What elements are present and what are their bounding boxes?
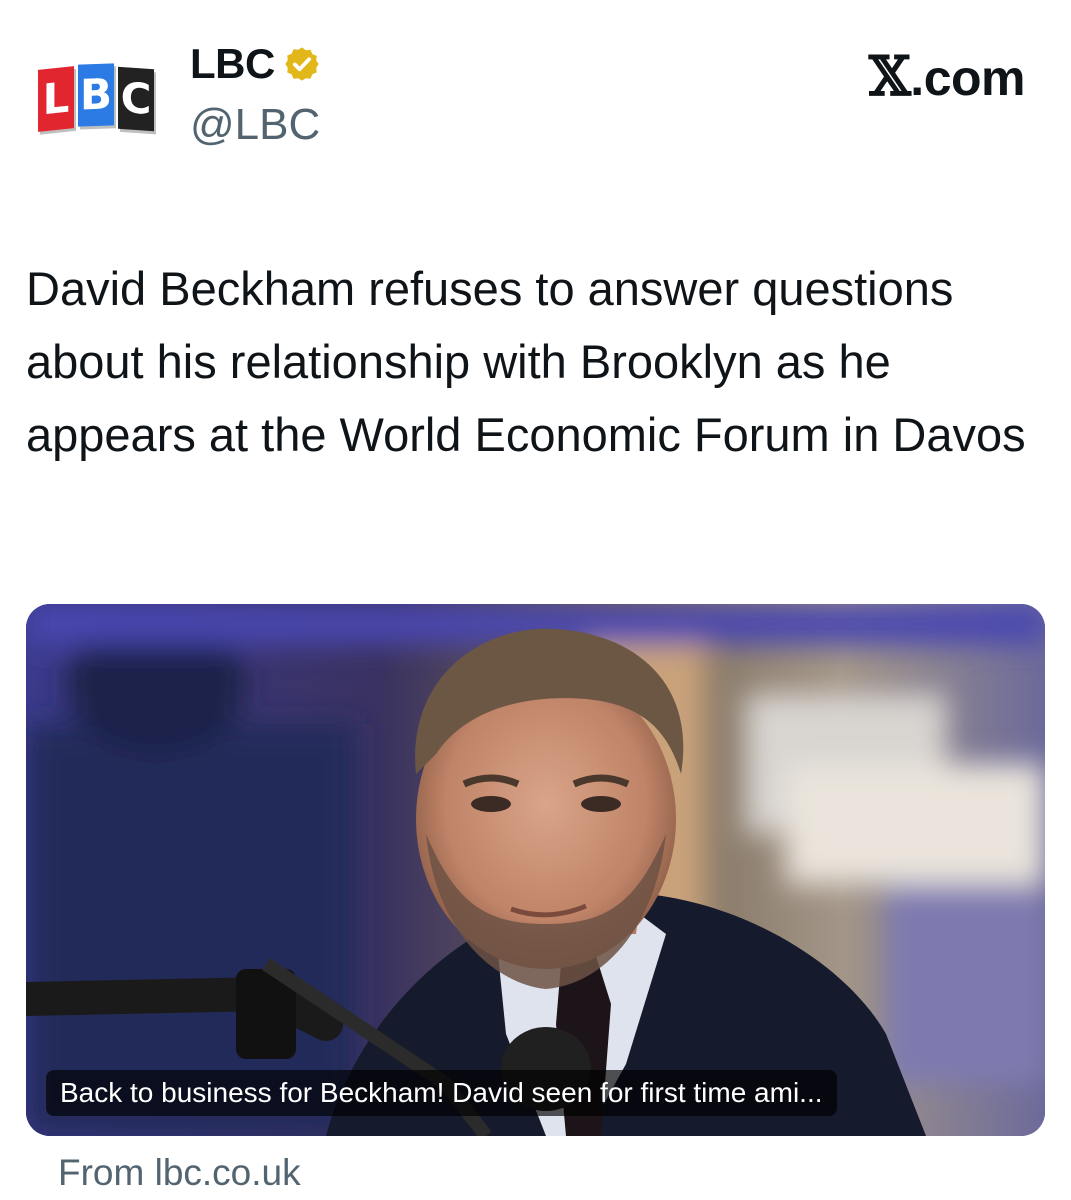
link-preview-card[interactable]: Back to business for Beckham! David seen… [26,604,1045,1136]
account-name-row: LBC [190,40,321,88]
x-logo-icon: 𝕏 [868,44,911,108]
logo-letter-l: L [38,66,74,132]
card-image [26,604,1045,1136]
tweet-header: L B C LBC @LBC 𝕏.com [0,0,1071,200]
card-source-domain[interactable]: From lbc.co.uk [58,1152,301,1194]
x-com-watermark: 𝕏.com [868,44,1026,108]
account-name[interactable]: LBC [190,40,275,88]
logo-letter-c: C [118,66,154,132]
x-com-label: .com [910,50,1025,106]
tweet-text: David Beckham refuses to answer question… [26,262,1026,461]
lbc-logo-avatar[interactable]: L B C [38,63,156,134]
logo-letter-b: B [78,63,114,127]
account-handle[interactable]: @LBC [190,100,320,150]
verified-badge-icon [285,47,319,81]
card-caption: Back to business for Beckham! David seen… [46,1070,837,1116]
